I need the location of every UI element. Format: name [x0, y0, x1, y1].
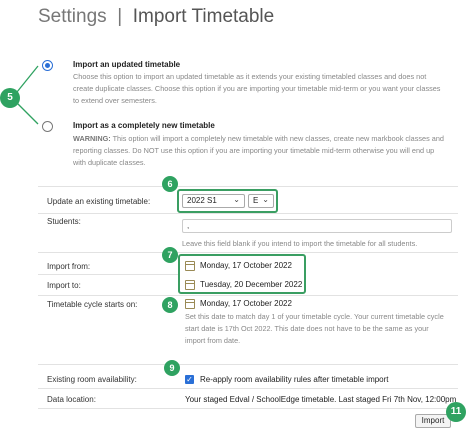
room-availability-label: Re-apply room availability rules after t… — [200, 375, 389, 384]
data-location-value: Your staged Edval / SchoolEdge timetable… — [185, 395, 457, 404]
label-import-from: Import from: — [47, 262, 91, 271]
chevron-down-icon: ⌄ — [233, 195, 240, 204]
label-cycle-start: Timetable cycle starts on: — [47, 300, 138, 309]
label-students: Students: — [47, 217, 81, 226]
chevron-down-icon: ⌄ — [262, 195, 269, 204]
annotation-badge-11: 11 — [446, 402, 466, 422]
divider — [38, 274, 178, 275]
divider — [38, 186, 458, 187]
divider — [38, 213, 458, 214]
annotation-badge-8: 8 — [162, 297, 178, 313]
divider — [38, 295, 458, 296]
students-input[interactable]: , — [182, 219, 452, 233]
annotation-badge-6: 6 — [162, 176, 178, 192]
segment-select[interactable]: E ⌄ — [248, 194, 274, 208]
annotation-badge-9: 9 — [164, 360, 180, 376]
divider — [38, 252, 458, 253]
room-availability-checkbox[interactable]: ✓ — [185, 375, 194, 384]
import-from-date[interactable]: Monday, 17 October 2022 — [200, 261, 292, 270]
cycle-start-help: Set this date to match day 1 of your tim… — [185, 312, 444, 345]
import-to-date[interactable]: Tuesday, 20 December 2022 — [200, 280, 302, 289]
calendar-icon[interactable] — [185, 280, 195, 290]
calendar-icon[interactable] — [185, 299, 195, 309]
import-button[interactable]: Import — [415, 414, 451, 428]
divider — [38, 364, 458, 365]
label-import-to: Import to: — [47, 281, 81, 290]
divider — [38, 408, 458, 409]
divider — [38, 388, 458, 389]
label-room-availability: Existing room availability: — [47, 375, 137, 384]
calendar-icon[interactable] — [185, 261, 195, 271]
cycle-start-date[interactable]: Monday, 17 October 2022 — [200, 299, 292, 308]
label-existing-timetable: Update an existing timetable: — [47, 197, 151, 206]
students-help: Leave this field blank if you intend to … — [182, 239, 418, 248]
label-data-location: Data location: — [47, 395, 96, 404]
annotation-badge-7: 7 — [162, 247, 178, 263]
timetable-select[interactable]: 2022 S1 ⌄ — [182, 194, 245, 208]
